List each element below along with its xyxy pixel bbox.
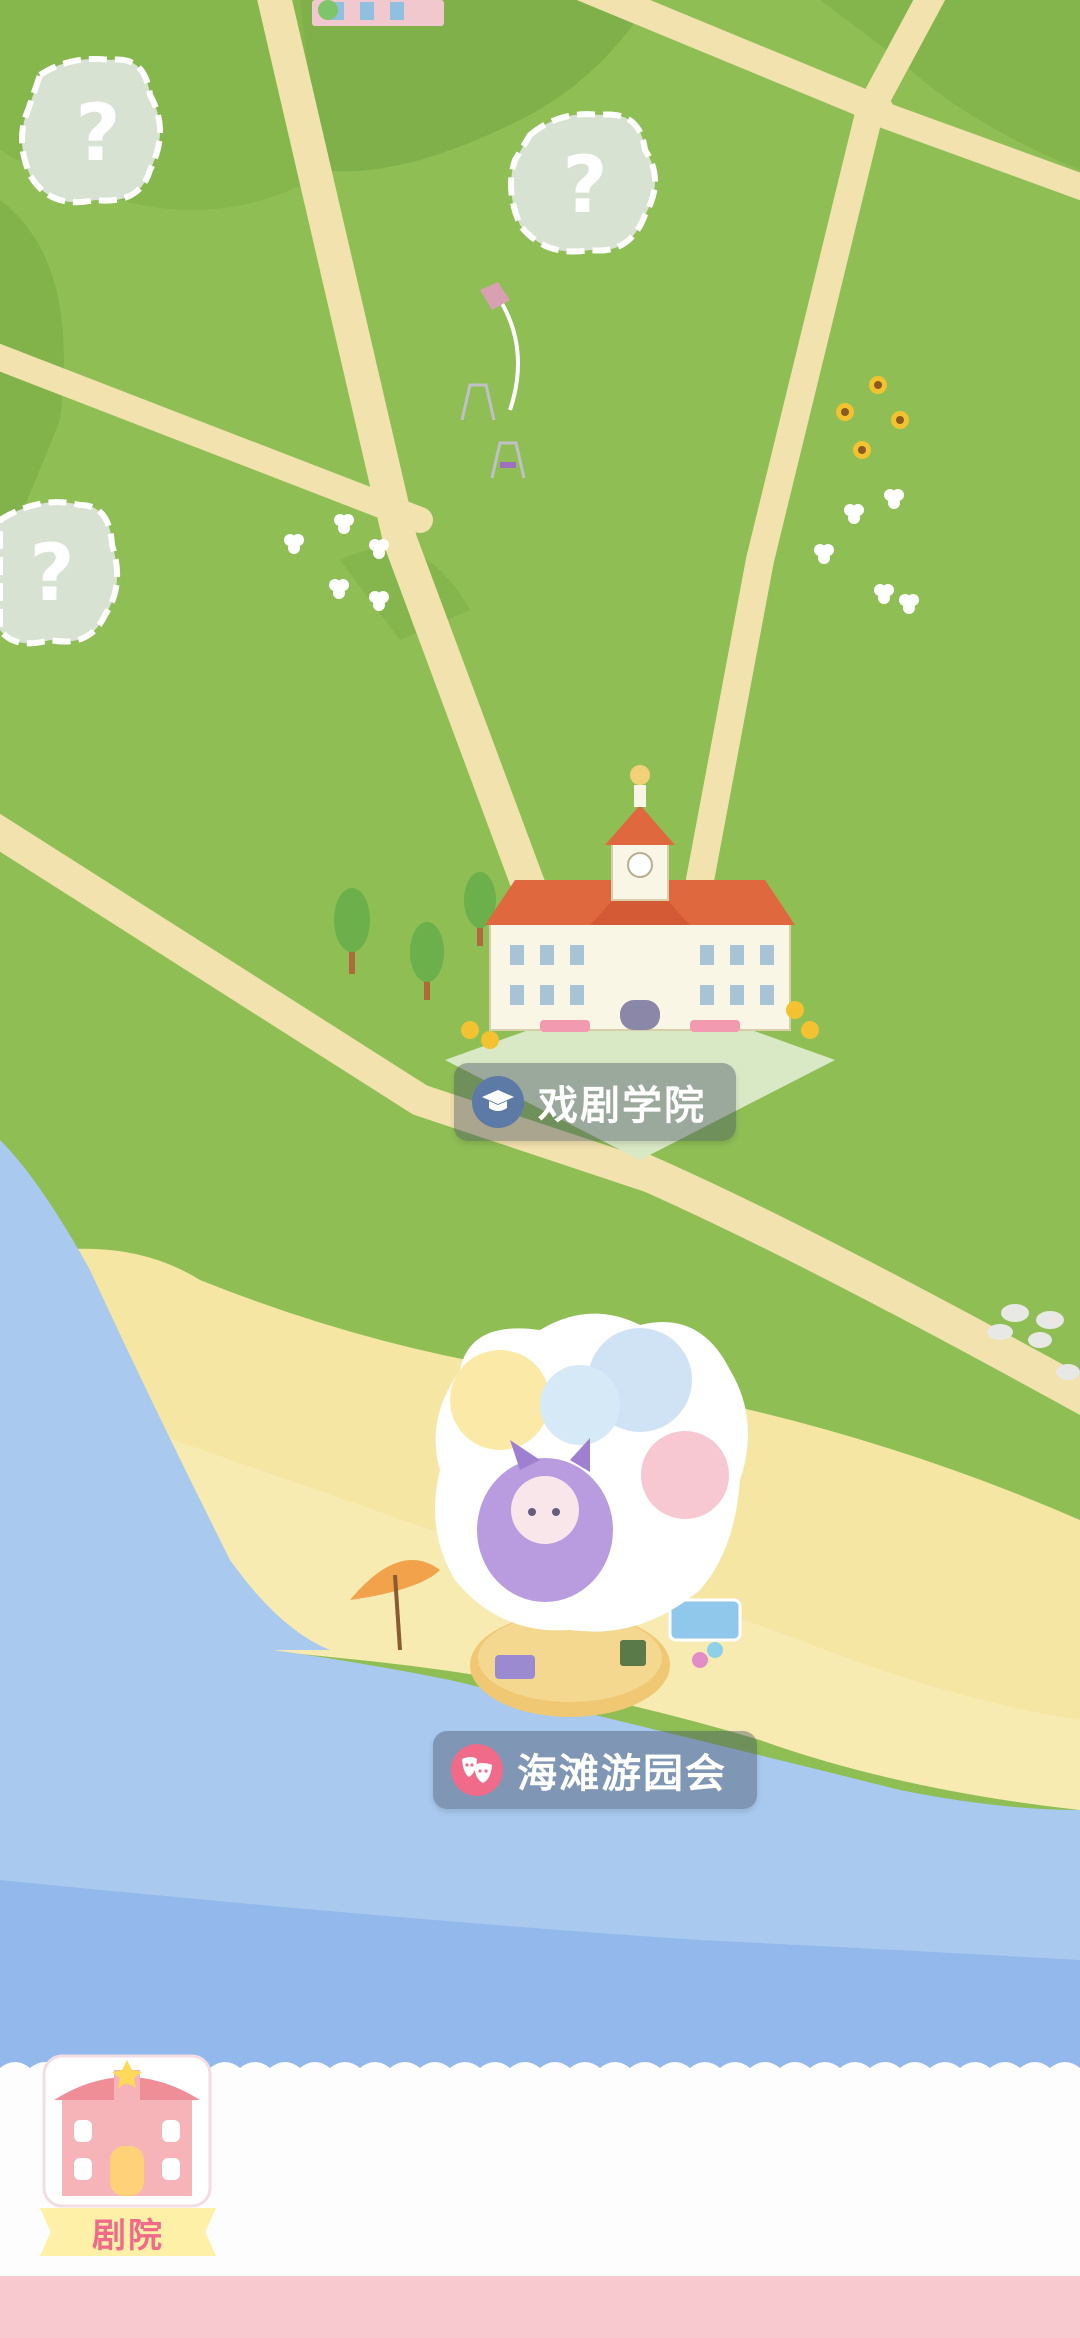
- svg-text:?: ?: [75, 89, 120, 179]
- world-map[interactable]: ? ? ?: [0, 0, 1080, 2338]
- locked-plot-1[interactable]: ?: [18, 56, 163, 206]
- location-label-beach-fair[interactable]: 海滩游园会: [433, 1731, 757, 1809]
- bottom-strip: [0, 2276, 1080, 2338]
- svg-text:?: ?: [562, 141, 607, 231]
- locked-plot-2[interactable]: ?: [508, 111, 658, 255]
- theater-building-icon: [42, 2054, 212, 2208]
- graduation-cap-icon: [472, 1076, 524, 1128]
- theater-label[interactable]: 剧院: [40, 2208, 216, 2256]
- location-name: 海滩游园会: [517, 1751, 727, 1797]
- svg-text:?: ?: [29, 529, 74, 619]
- locked-plot-3[interactable]: ?: [0, 499, 121, 647]
- theater-masks-icon: [451, 1744, 503, 1796]
- location-name: 戏剧学院: [538, 1083, 706, 1129]
- character-sticker[interactable]: [435, 1313, 748, 1632]
- location-label-drama-academy[interactable]: 戏剧学院: [454, 1063, 736, 1141]
